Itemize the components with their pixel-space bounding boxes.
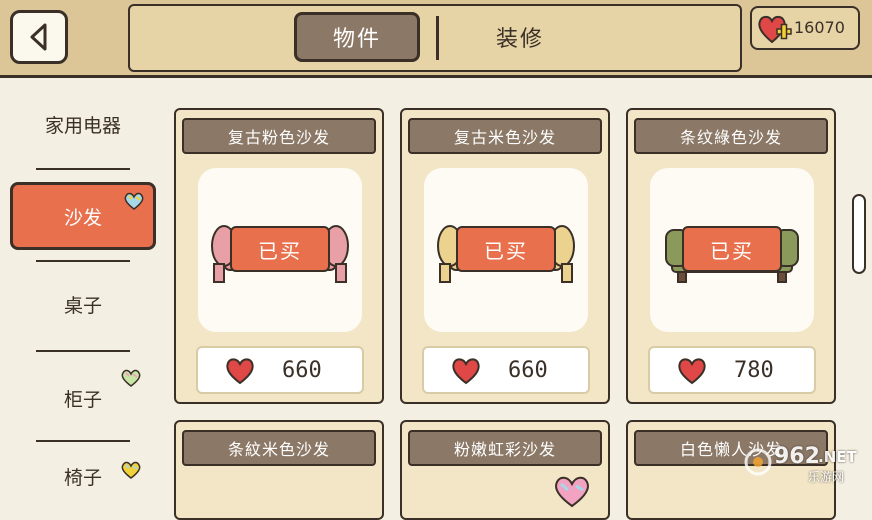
heart-plus-icon <box>758 15 792 44</box>
rainbow-heart-icon <box>121 461 141 479</box>
category-label: 柜子 <box>63 388 102 411</box>
item-name: 条纹綠色沙发 <box>634 118 828 154</box>
category-sidebar: 家用电器 沙发 桌子 柜子 椅子 <box>0 78 166 490</box>
watermark-brand: 962 <box>774 444 820 469</box>
category-label: 沙发 <box>63 206 102 229</box>
category-table[interactable]: 桌子 <box>10 274 156 334</box>
bought-badge: 已买 <box>682 226 782 272</box>
heart-icon <box>226 358 254 385</box>
rainbow-heart-icon <box>124 192 144 210</box>
item-card[interactable]: 条紋米色沙发 <box>174 420 384 520</box>
category-label: 椅子 <box>63 467 102 489</box>
item-card[interactable]: 粉嫩虹彩沙发 <box>400 420 610 520</box>
top-bar: 物件 装修 16070 <box>0 0 872 78</box>
watermark-sub: 乐游网 <box>808 470 845 484</box>
bought-badge: 已买 <box>230 226 330 272</box>
category-sofa[interactable]: 沙发 <box>10 182 156 250</box>
back-arrow-icon <box>30 23 47 51</box>
tab-divider <box>436 16 439 60</box>
price-box: 660 <box>422 346 590 394</box>
category-chair[interactable]: 椅子 <box>10 454 156 490</box>
item-card[interactable]: 复古米色沙发 已买 660 <box>400 108 610 404</box>
rainbow-heart-icon <box>121 369 141 387</box>
divider <box>36 168 130 170</box>
category-appliances[interactable]: 家用电器 <box>10 94 156 154</box>
price-box: 780 <box>648 346 816 394</box>
tab-decoration[interactable]: 装修 <box>470 12 570 62</box>
watermark: 962 .NET 乐游网 <box>744 444 866 484</box>
bought-badge: 已买 <box>456 226 556 272</box>
item-name: 条紋米色沙发 <box>182 430 376 466</box>
price-value: 660 <box>508 358 548 383</box>
heart-icon <box>452 358 480 385</box>
price-value: 660 <box>282 358 322 383</box>
tab-panel <box>128 4 742 72</box>
back-button[interactable] <box>10 10 68 64</box>
item-card[interactable]: 复古粉色沙发 已买 660 <box>174 108 384 404</box>
divider <box>36 440 130 442</box>
divider <box>36 260 130 262</box>
scrollbar-thumb[interactable] <box>852 194 866 274</box>
divider <box>36 350 130 352</box>
category-cabinet[interactable]: 柜子 <box>10 368 156 428</box>
item-card[interactable]: 条纹綠色沙发 已买 780 <box>626 108 836 404</box>
rainbow-heart-icon <box>555 476 589 508</box>
price-value: 780 <box>734 358 774 383</box>
hearts-amount: 16070 <box>794 18 845 37</box>
item-name: 复古米色沙发 <box>408 118 602 154</box>
item-name: 粉嫩虹彩沙发 <box>408 430 602 466</box>
watermark-suffix: .NET <box>818 448 857 466</box>
price-box: 660 <box>196 346 364 394</box>
heart-icon <box>678 358 706 385</box>
item-name: 复古粉色沙发 <box>182 118 376 154</box>
hearts-counter[interactable]: 16070 <box>750 6 860 50</box>
tab-items[interactable]: 物件 <box>294 12 420 62</box>
